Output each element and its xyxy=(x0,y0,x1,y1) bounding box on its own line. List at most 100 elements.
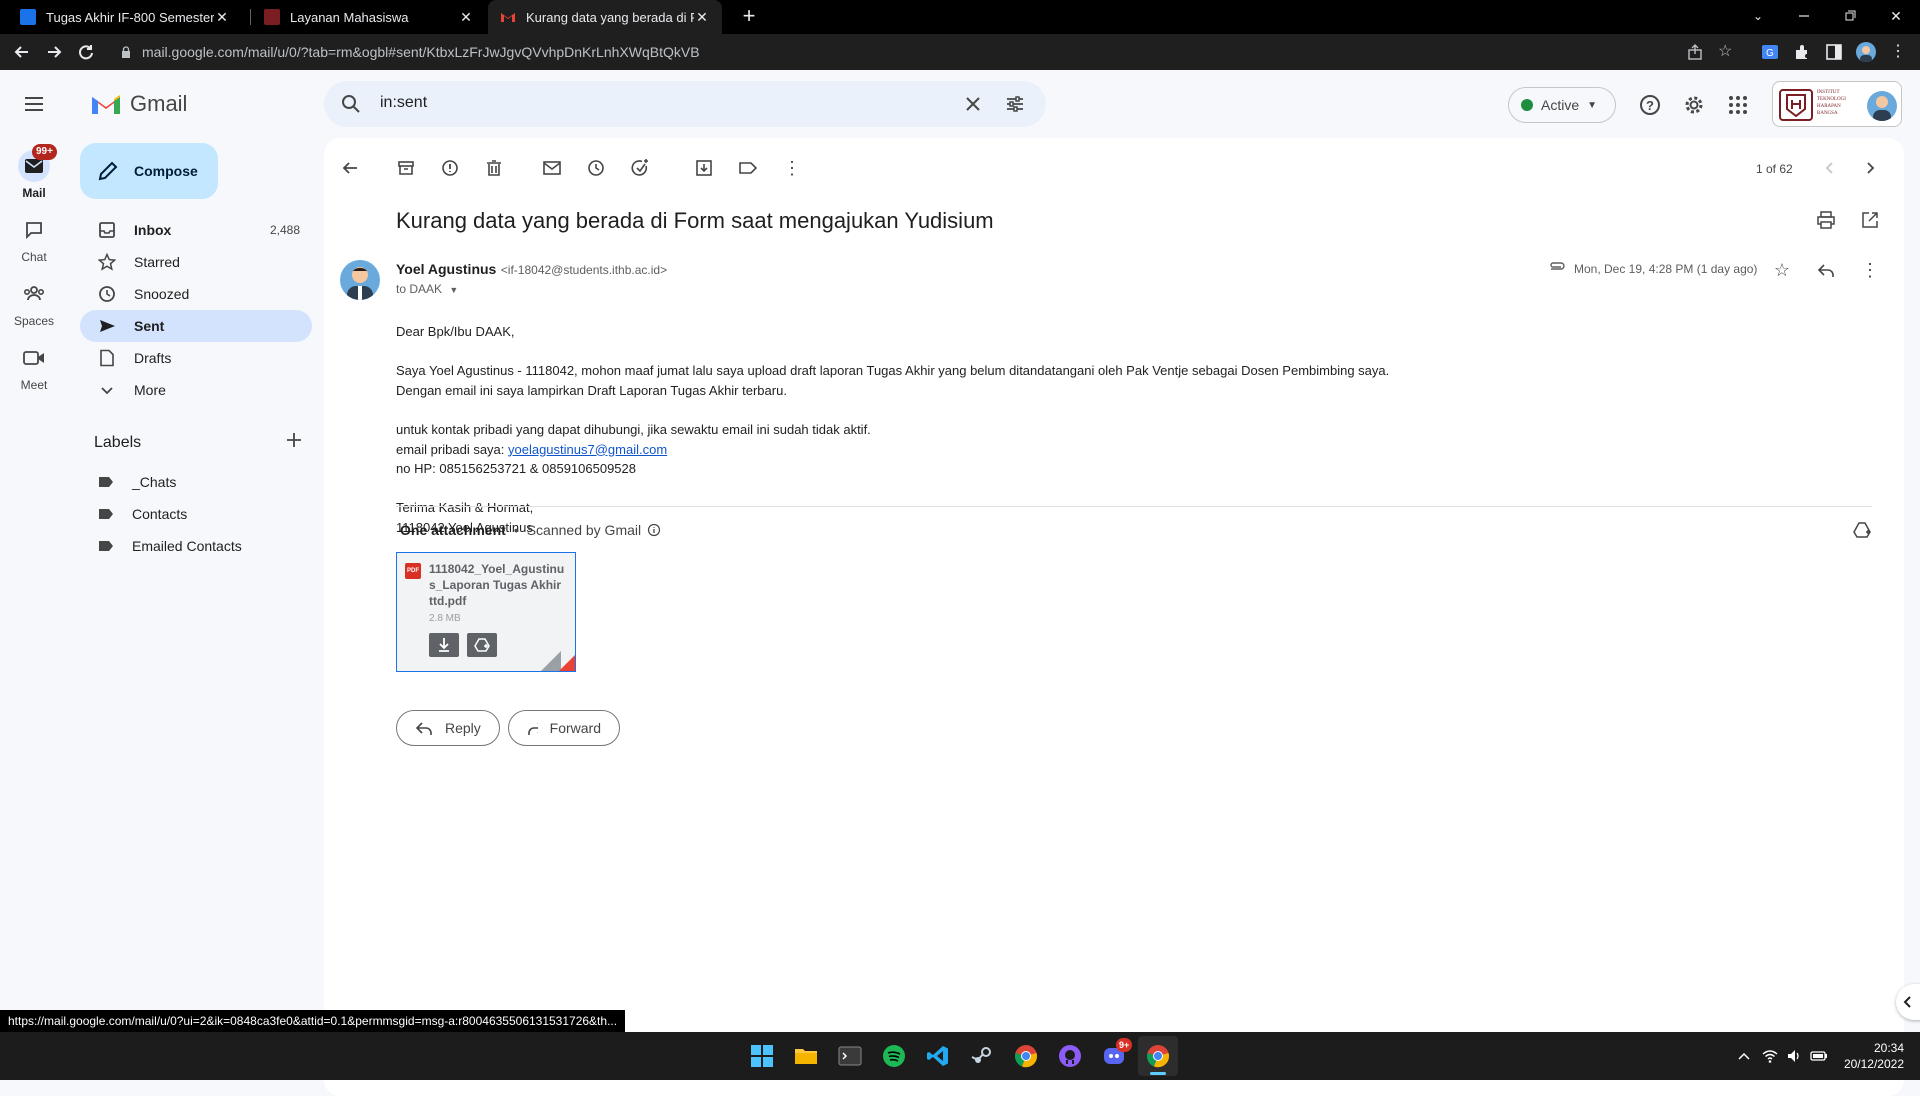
show-side-panel-button[interactable] xyxy=(1896,984,1920,1020)
star-message-icon[interactable]: ☆ xyxy=(1772,260,1792,280)
account-switcher[interactable]: INSTITUT TEKNOLOGI HARAPAN BANGSA xyxy=(1772,81,1902,127)
share-icon[interactable] xyxy=(1686,43,1704,61)
main-menu-icon[interactable] xyxy=(22,92,46,116)
recipient-details-chevron-icon[interactable]: ▼ xyxy=(449,285,458,295)
search-options-icon[interactable] xyxy=(1004,93,1026,115)
windows-start-icon[interactable] xyxy=(750,1044,774,1068)
nav-item-more[interactable]: More xyxy=(80,374,312,406)
restore-icon[interactable] xyxy=(1842,8,1858,24)
address-bar[interactable]: mail.google.com/mail/u/0/?tab=rm&ogbl#se… xyxy=(106,38,1758,66)
label-item-chats[interactable]: _Chats xyxy=(98,466,176,498)
discord-icon[interactable]: 9+ xyxy=(1102,1038,1133,1068)
forward-icon[interactable] xyxy=(44,42,64,62)
new-tab-icon[interactable]: + xyxy=(738,5,760,28)
translate-extension-icon[interactable]: G xyxy=(1760,42,1780,62)
sender-avatar[interactable] xyxy=(340,260,380,300)
battery-icon[interactable] xyxy=(1810,1048,1828,1064)
wifi-icon[interactable] xyxy=(1762,1048,1778,1064)
reply-arrow-icon[interactable] xyxy=(1816,260,1836,280)
save-to-drive-button[interactable] xyxy=(467,633,497,657)
browser-tab-active[interactable]: Kurang data yang berada di Form ✕ xyxy=(488,0,722,34)
terminal-icon[interactable] xyxy=(838,1044,862,1068)
side-panel-icon[interactable] xyxy=(1824,42,1844,62)
attachment-card[interactable]: PDF 1118042_Yoel_Agustinu s_Laporan Tuga… xyxy=(396,552,576,672)
clear-search-icon[interactable] xyxy=(962,93,984,115)
nav-item-sent[interactable]: Sent xyxy=(80,310,312,342)
mark-unread-icon[interactable] xyxy=(542,158,562,178)
search-input[interactable]: in:sent xyxy=(380,94,427,112)
sender-name[interactable]: Yoel Agustinus xyxy=(396,261,496,277)
compose-button[interactable]: Compose xyxy=(80,143,218,199)
browser-tab[interactable]: Tugas Akhir IF-800 Semester Gan ✕ xyxy=(8,0,242,34)
delete-trash-icon[interactable] xyxy=(484,158,504,178)
newer-chevron-left-icon[interactable] xyxy=(1820,158,1840,178)
rail-mail[interactable]: Mail 99+ xyxy=(0,144,68,200)
chrome-icon[interactable] xyxy=(1014,1044,1038,1068)
body-line: Saya Yoel Agustinus - 1118042, mohon maa… xyxy=(396,363,1390,379)
volume-icon[interactable] xyxy=(1786,1048,1802,1064)
body-line: email pribadi saya: yoelagustinus7@gmail… xyxy=(396,440,1816,460)
vscode-icon[interactable] xyxy=(926,1044,950,1068)
status-dropdown[interactable]: Active ▼ xyxy=(1508,87,1616,123)
body-line: Terima Kasih & Hormat, xyxy=(396,500,534,516)
label-item-emailed-contacts[interactable]: Emailed Contacts xyxy=(98,530,242,562)
apps-grid-icon[interactable] xyxy=(1726,93,1750,117)
help-icon[interactable]: ? xyxy=(1638,93,1662,117)
close-tab-icon[interactable]: ✕ xyxy=(214,9,230,25)
search-icon[interactable] xyxy=(340,93,362,115)
search-bar[interactable]: in:sent xyxy=(324,81,1046,127)
gmail-brand-text: Gmail xyxy=(130,91,188,116)
forward-button[interactable]: Forward xyxy=(508,710,620,746)
create-label-icon[interactable] xyxy=(284,430,304,450)
close-window-icon[interactable]: ✕ xyxy=(1888,8,1904,24)
label-item-contacts[interactable]: Contacts xyxy=(98,498,187,530)
open-new-window-icon[interactable] xyxy=(1860,210,1880,230)
back-to-list-icon[interactable] xyxy=(340,158,360,178)
nav-item-drafts[interactable]: Drafts xyxy=(80,342,312,374)
info-icon[interactable] xyxy=(647,523,661,537)
add-to-drive-icon[interactable] xyxy=(1852,520,1872,540)
spotify-icon[interactable] xyxy=(882,1044,906,1068)
show-hidden-icons-chevron-up-icon[interactable] xyxy=(1736,1048,1752,1064)
rail-chat[interactable]: Chat xyxy=(0,214,68,264)
extensions-icon[interactable] xyxy=(1792,42,1812,62)
print-icon[interactable] xyxy=(1816,210,1836,230)
github-icon[interactable] xyxy=(1058,1044,1082,1068)
move-to-icon[interactable] xyxy=(694,158,714,178)
file-explorer-icon[interactable] xyxy=(794,1044,818,1068)
nav-item-inbox[interactable]: Inbox 2,488 xyxy=(80,214,312,246)
rail-spaces[interactable]: Spaces xyxy=(0,278,68,328)
gmail-logo[interactable]: Gmail xyxy=(90,88,187,120)
tab-title: Layanan Mahasiswa xyxy=(290,9,409,25)
reload-icon[interactable] xyxy=(76,42,96,62)
attachment-clip-icon xyxy=(1548,260,1566,278)
more-options-icon[interactable]: ⋮ xyxy=(782,158,802,178)
older-chevron-right-icon[interactable] xyxy=(1860,158,1880,178)
personal-email-link[interactable]: yoelagustinus7@gmail.com xyxy=(508,442,667,457)
close-tab-icon[interactable]: ✕ xyxy=(458,9,474,25)
label-as-icon[interactable] xyxy=(738,158,758,178)
archive-icon[interactable] xyxy=(396,158,416,178)
settings-gear-icon[interactable] xyxy=(1682,93,1706,117)
chrome-active-app[interactable] xyxy=(1138,1036,1178,1076)
steam-icon[interactable] xyxy=(970,1044,994,1068)
recipients-line[interactable]: to DAAK ▼ xyxy=(396,282,458,296)
browser-tab[interactable]: Layanan Mahasiswa ✕ xyxy=(252,0,486,34)
reply-button[interactable]: Reply xyxy=(396,710,500,746)
bookmark-star-icon[interactable]: ☆ xyxy=(1718,43,1736,61)
snooze-clock-icon[interactable] xyxy=(586,158,606,178)
message-more-icon[interactable]: ⋮ xyxy=(1860,260,1880,280)
profile-avatar[interactable] xyxy=(1856,42,1876,62)
add-task-icon[interactable] xyxy=(630,158,650,178)
browser-menu-icon[interactable]: ⋮ xyxy=(1888,42,1908,62)
system-clock[interactable]: 20:34 20/12/2022 xyxy=(1836,1040,1904,1072)
report-spam-icon[interactable] xyxy=(440,158,460,178)
download-button[interactable] xyxy=(429,633,459,657)
rail-meet[interactable]: Meet xyxy=(0,342,68,392)
minimize-icon[interactable] xyxy=(1796,8,1812,24)
back-icon[interactable] xyxy=(12,42,32,62)
nav-item-snoozed[interactable]: Snoozed xyxy=(80,278,312,310)
nav-item-starred[interactable]: Starred xyxy=(80,246,312,278)
close-tab-icon[interactable]: ✕ xyxy=(694,9,710,25)
tab-search-icon[interactable]: ⌄ xyxy=(1750,8,1766,24)
